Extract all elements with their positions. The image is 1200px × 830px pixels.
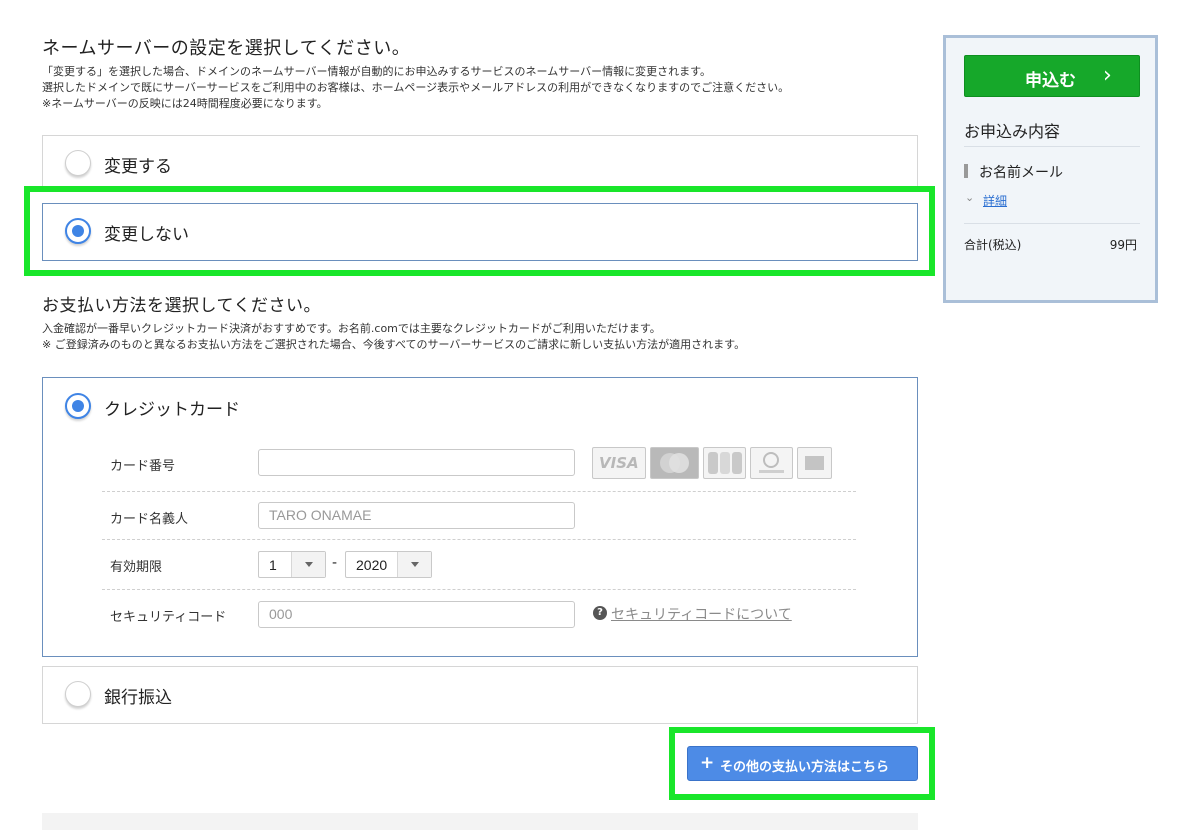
nameserver-note-3: ※ネームサーバーの反映には24時間程度必要になります。 xyxy=(42,97,328,110)
jcb-logo xyxy=(703,447,746,479)
divider xyxy=(964,223,1140,224)
bank-transfer-label: 銀行振込 xyxy=(104,688,172,708)
apply-button[interactable]: 申込む › xyxy=(964,55,1140,97)
other-payment-methods-button[interactable]: + その他の支払い方法はこちら xyxy=(687,746,918,781)
amex-logo-icon xyxy=(805,456,824,470)
payment-note-1: 入金確認が一番早いクレジットカード決済がおすすめです。お名前.comでは主要なク… xyxy=(42,322,661,335)
security-code-help-link[interactable]: セキュリティコードについて xyxy=(611,604,792,624)
card-number-label: カード番号 xyxy=(110,459,176,474)
form-row-divider xyxy=(102,589,856,590)
nameserver-note-1: 「変更する」を選択した場合、ドメインのネームサーバー情報が自動的にお申込みするサ… xyxy=(42,65,712,78)
help-icon[interactable]: ? xyxy=(593,606,607,620)
radio-button-checked[interactable] xyxy=(65,218,91,244)
details-link[interactable]: 詳細 xyxy=(983,192,1007,209)
order-item-name: お名前メール xyxy=(979,165,1063,181)
security-code-input[interactable]: 000 xyxy=(258,601,575,628)
nameserver-note-2: 選択したドメインで既にサーバーサービスをご利用中のお客様は、ホームページ表示やメ… xyxy=(42,81,790,94)
nameserver-option-change-label: 変更する xyxy=(104,157,172,177)
total-label: 合計(税込) xyxy=(964,238,1022,252)
expiry-year-value: 2020 xyxy=(356,557,388,573)
card-holder-label: カード名義人 xyxy=(110,512,189,527)
mastercard-logo xyxy=(650,447,699,479)
bank-transfer-option[interactable]: 銀行振込 xyxy=(42,666,918,724)
radio-button-checked[interactable] xyxy=(65,393,91,419)
other-payment-methods-label: その他の支払い方法はこちら xyxy=(720,760,890,775)
dropdown-arrow-icon xyxy=(397,552,431,577)
diners-club-logo xyxy=(750,447,793,479)
card-holder-input[interactable]: TARO ONAMAE xyxy=(258,502,575,529)
nameserver-option-no-change[interactable]: 変更しない xyxy=(42,203,918,261)
jcb-logo-icon xyxy=(708,452,742,474)
bottom-section-background xyxy=(42,813,918,830)
visa-logo: VISA xyxy=(592,447,646,479)
payment-note-2: ※ ご登録済みのものと異なるお支払い方法をご選択された場合、今後すべてのサーバー… xyxy=(42,338,746,351)
card-number-input[interactable] xyxy=(258,449,575,476)
item-marker xyxy=(964,164,968,178)
expiry-month-select[interactable]: 1 xyxy=(258,551,326,578)
total-value: 99円 xyxy=(1109,238,1137,252)
order-summary-sidebar: 申込む › お申込み内容 お名前メール ⌄ 詳細 合計(税込) 99円 xyxy=(943,35,1158,303)
nameserver-option-change[interactable]: 変更する xyxy=(42,135,918,192)
form-row-divider xyxy=(102,491,856,492)
order-summary-title: お申込み内容 xyxy=(964,122,1061,141)
expiry-year-select[interactable]: 2020 xyxy=(345,551,432,578)
diners-club-logo-icon xyxy=(759,452,784,473)
divider xyxy=(964,146,1140,147)
form-row-divider xyxy=(102,539,856,540)
expiry-separator: - xyxy=(332,555,338,571)
chevron-down-icon[interactable]: ⌄ xyxy=(965,191,974,204)
chevron-right-icon: › xyxy=(1103,63,1112,88)
credit-card-label: クレジットカード xyxy=(104,400,240,420)
apply-button-label: 申込む xyxy=(1025,71,1076,91)
mastercard-logo-icon xyxy=(660,453,689,473)
plus-icon: + xyxy=(700,753,715,773)
visa-logo-text: VISA xyxy=(599,454,639,472)
security-code-label: セキュリティコード xyxy=(110,610,227,625)
nameserver-heading: ネームサーバーの設定を選択してください。 xyxy=(42,38,411,59)
radio-button-unchecked[interactable] xyxy=(65,681,91,707)
dropdown-arrow-icon xyxy=(291,552,325,577)
nameserver-option-no-change-label: 変更しない xyxy=(104,225,189,245)
radio-button-unchecked[interactable] xyxy=(65,150,91,176)
expiry-month-value: 1 xyxy=(269,557,277,573)
payment-heading: お支払い方法を選択してください。 xyxy=(42,296,321,316)
expiry-label: 有効期限 xyxy=(110,560,163,575)
amex-logo xyxy=(797,447,832,479)
